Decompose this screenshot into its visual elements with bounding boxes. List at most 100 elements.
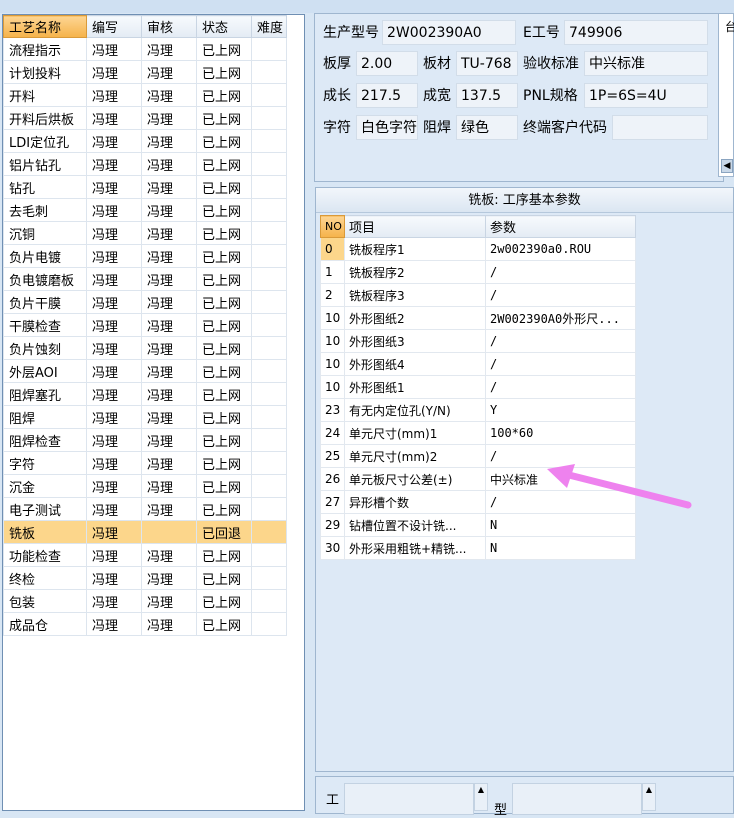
param-cell-param-no[interactable]: 10 [320, 306, 345, 330]
process-cell-difficulty[interactable] [251, 451, 287, 475]
process-cell-reviewer[interactable]: 冯理 [141, 566, 197, 590]
param-cell-param-no[interactable]: 27 [320, 490, 345, 514]
param-cell-param-item[interactable]: 外形图纸2 [344, 306, 486, 330]
process-cell-process-name[interactable]: 铝片钻孔 [3, 152, 87, 176]
process-cell-status[interactable]: 已上网 [196, 129, 252, 153]
process-cell-difficulty[interactable] [251, 60, 287, 84]
param-cell-param-item[interactable]: 单元板尺寸公差(±) [344, 467, 486, 491]
mask-field[interactable]: 绿色 [456, 115, 518, 140]
process-cell-status[interactable]: 已上网 [196, 474, 252, 498]
process-cell-process-name[interactable]: 流程指示 [3, 37, 87, 61]
process-cell-reviewer[interactable]: 冯理 [141, 129, 197, 153]
process-cell-author[interactable]: 冯理 [86, 359, 142, 383]
process-cell-status[interactable]: 已上网 [196, 152, 252, 176]
col-header-author[interactable]: 编写 [86, 15, 142, 38]
param-cell-param-value[interactable]: / [485, 444, 636, 468]
process-cell-process-name[interactable]: 功能检查 [3, 543, 87, 567]
process-cell-author[interactable]: 冯理 [86, 198, 142, 222]
process-cell-difficulty[interactable] [251, 290, 287, 314]
process-cell-difficulty[interactable] [251, 612, 287, 636]
col-header-reviewer[interactable]: 审核 [141, 15, 197, 38]
process-row[interactable]: 负片蚀刻 冯理 冯理 已上网 [3, 336, 287, 360]
scroll-left-icon[interactable]: ◀ [721, 159, 733, 173]
process-cell-difficulty[interactable] [251, 405, 287, 429]
param-cell-param-value[interactable]: Y [485, 398, 636, 422]
length-field[interactable]: 217.5 [356, 83, 418, 108]
process-cell-process-name[interactable]: 铣板 [3, 520, 87, 544]
process-cell-process-name[interactable]: 干膜检查 [3, 313, 87, 337]
process-cell-author[interactable]: 冯理 [86, 175, 142, 199]
process-cell-author[interactable]: 冯理 [86, 566, 142, 590]
thickness-field[interactable]: 2.00 [356, 51, 418, 76]
param-cell-param-no[interactable]: 2 [320, 283, 345, 307]
process-cell-difficulty[interactable] [251, 106, 287, 130]
param-cell-param-value[interactable]: 2w002390a0.ROU [485, 237, 636, 261]
process-row[interactable]: 终检 冯理 冯理 已上网 [3, 566, 287, 590]
process-cell-author[interactable]: 冯理 [86, 428, 142, 452]
process-cell-process-name[interactable]: 字符 [3, 451, 87, 475]
bottom-scroll-2-icon[interactable]: ▲ [642, 783, 656, 811]
param-cell-param-no[interactable]: 24 [320, 421, 345, 445]
param-cell-param-value[interactable]: / [485, 490, 636, 514]
param-cell-param-no[interactable]: 26 [320, 467, 345, 491]
param-cell-param-value[interactable]: / [485, 260, 636, 284]
customer-code-field[interactable] [612, 115, 708, 140]
process-cell-difficulty[interactable] [251, 382, 287, 406]
process-row[interactable]: 负电镀磨板 冯理 冯理 已上网 [3, 267, 287, 291]
process-cell-process-name[interactable]: 负片电镀 [3, 244, 87, 268]
process-row[interactable]: 包装 冯理 冯理 已上网 [3, 589, 287, 613]
process-cell-author[interactable]: 冯理 [86, 405, 142, 429]
param-row[interactable]: 24 单元尺寸(mm)1 100*60 [320, 421, 636, 445]
param-row[interactable]: 10 外形图纸4/ [320, 352, 636, 376]
process-row[interactable]: 阻焊塞孔 冯理 冯理 已上网 [3, 382, 287, 406]
process-cell-status[interactable]: 已上网 [196, 267, 252, 291]
process-cell-difficulty[interactable] [251, 221, 287, 245]
width-field[interactable]: 137.5 [456, 83, 518, 108]
process-row[interactable]: 铝片钻孔 冯理 冯理 已上网 [3, 152, 287, 176]
col-header-process-name[interactable]: 工艺名称 [3, 15, 87, 38]
process-cell-difficulty[interactable] [251, 198, 287, 222]
process-cell-difficulty[interactable] [251, 175, 287, 199]
param-cell-param-value[interactable]: / [485, 375, 636, 399]
process-cell-reviewer[interactable]: 冯理 [141, 497, 197, 521]
process-cell-author[interactable]: 冯理 [86, 129, 142, 153]
acceptance-field[interactable]: 中兴标准 [584, 51, 708, 76]
process-cell-difficulty[interactable] [251, 566, 287, 590]
process-cell-author[interactable]: 冯理 [86, 520, 142, 544]
process-cell-process-name[interactable]: 沉铜 [3, 221, 87, 245]
process-cell-status[interactable]: 已上网 [196, 359, 252, 383]
pnl-field[interactable]: 1P=6S=4U [584, 83, 708, 108]
process-cell-author[interactable]: 冯理 [86, 83, 142, 107]
param-row[interactable]: 10 外形图纸2 2W002390A0外形尺... [320, 306, 636, 330]
process-cell-status[interactable]: 已回退 [196, 520, 252, 544]
process-cell-status[interactable]: 已上网 [196, 221, 252, 245]
param-cell-param-item[interactable]: 外形图纸4 [344, 352, 486, 376]
process-cell-process-name[interactable]: 沉金 [3, 474, 87, 498]
param-cell-param-no[interactable]: 10 [320, 352, 345, 376]
param-cell-param-item[interactable]: 铣板程序2 [344, 260, 486, 284]
process-cell-reviewer[interactable]: 冯理 [141, 313, 197, 337]
process-row[interactable]: 负片干膜 冯理 冯理 已上网 [3, 290, 287, 314]
param-cell-param-no[interactable]: 25 [320, 444, 345, 468]
process-cell-status[interactable]: 已上网 [196, 106, 252, 130]
process-cell-status[interactable]: 已上网 [196, 451, 252, 475]
param-row[interactable]: 30 外形采用粗铣+精铣... N [320, 536, 636, 560]
process-cell-reviewer[interactable]: 冯理 [141, 152, 197, 176]
process-cell-difficulty[interactable] [251, 267, 287, 291]
bottom-field-1[interactable] [344, 783, 474, 815]
process-cell-status[interactable]: 已上网 [196, 497, 252, 521]
process-cell-process-name[interactable]: 去毛刺 [3, 198, 87, 222]
process-cell-process-name[interactable]: 钻孔 [3, 175, 87, 199]
process-row[interactable]: 沉铜 冯理 冯理 已上网 [3, 221, 287, 245]
process-cell-author[interactable]: 冯理 [86, 474, 142, 498]
process-row[interactable]: 开料 冯理 冯理 已上网 [3, 83, 287, 107]
process-cell-process-name[interactable]: 负片干膜 [3, 290, 87, 314]
process-cell-reviewer[interactable]: 冯理 [141, 37, 197, 61]
process-cell-reviewer[interactable]: 冯理 [141, 474, 197, 498]
param-cell-param-value[interactable]: N [485, 513, 636, 537]
param-cell-param-value[interactable]: / [485, 283, 636, 307]
bottom-field-2[interactable] [512, 783, 642, 815]
param-cell-param-item[interactable]: 铣板程序3 [344, 283, 486, 307]
process-cell-status[interactable]: 已上网 [196, 405, 252, 429]
process-cell-author[interactable]: 冯理 [86, 152, 142, 176]
